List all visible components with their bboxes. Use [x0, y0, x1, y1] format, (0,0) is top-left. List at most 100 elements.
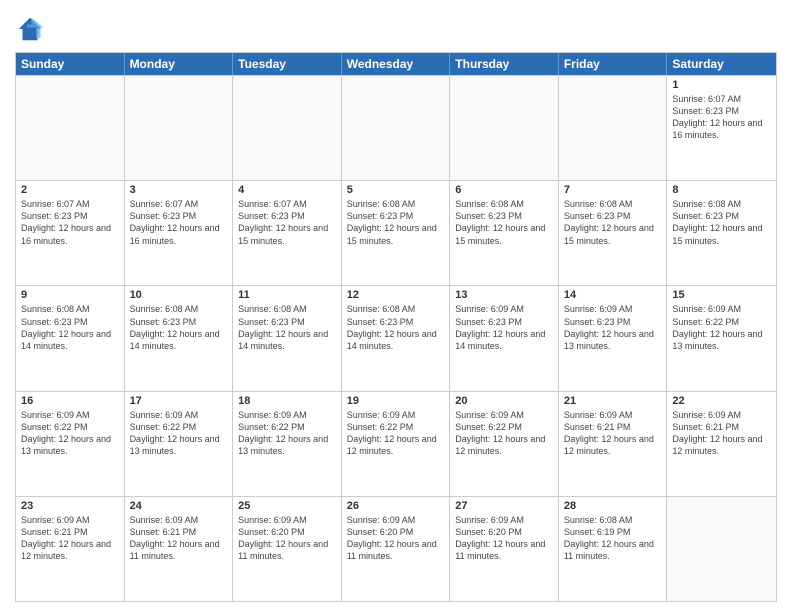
sunrise-label: Sunrise: 6:07 AM	[238, 199, 307, 209]
sunset-label: Sunset: 6:23 PM	[238, 211, 305, 221]
sunset-label: Sunset: 6:22 PM	[21, 422, 88, 432]
sunrise-label: Sunrise: 6:09 AM	[672, 410, 741, 420]
sunset-label: Sunset: 6:20 PM	[455, 527, 522, 537]
day-info: Sunrise: 6:09 AMSunset: 6:22 PMDaylight:…	[347, 409, 445, 458]
sunset-label: Sunset: 6:23 PM	[347, 317, 414, 327]
day-number: 23	[21, 500, 119, 512]
header	[15, 10, 777, 44]
day-number: 13	[455, 289, 553, 301]
sunrise-label: Sunrise: 6:08 AM	[130, 304, 199, 314]
calendar-cell: 18Sunrise: 6:09 AMSunset: 6:22 PMDayligh…	[233, 392, 342, 496]
sunrise-label: Sunrise: 6:09 AM	[564, 410, 633, 420]
calendar-cell: 15 Sunrise: 6:09 AMSunset: 6:22 PMDayligh…	[667, 286, 776, 390]
sunrise-label: Sunrise: 6:09 AM	[21, 515, 90, 525]
calendar-cell: 20 Sunrise: 6:09 AMSunset: 6:22 PMDayligh…	[450, 392, 559, 496]
day-number: 24	[130, 500, 228, 512]
sunrise-label: Sunrise: 6:09 AM	[455, 304, 524, 314]
day-info: Sunrise: 6:07 AMSunset: 6:23 PMDaylight:…	[672, 93, 771, 142]
day-number: 16	[21, 395, 119, 407]
calendar-cell: 23 Sunrise: 6:09 AM Sunset: 6:21 PM Dayligh…	[16, 497, 125, 601]
sunset-label: Sunset: 6:22 PM	[347, 422, 414, 432]
daylight-label: Daylight: 12 hours and 12 minutes.	[672, 434, 762, 456]
calendar-cell: 24 Sunrise: 6:09 AM Sunset: 6:21 PM Dayligh…	[125, 497, 234, 601]
day-number: 25	[238, 500, 336, 512]
sunrise-label: Sunrise: 6:09 AM	[130, 515, 199, 525]
day-info: Sunrise: 6:09 AMSunset: 6:22 PMDaylight:…	[455, 409, 553, 458]
day-number: 20	[455, 395, 553, 407]
day-number: 27	[455, 500, 553, 512]
day-info: Sunrise: 6:08 AMSunset: 6:23 PMDaylight:…	[347, 303, 445, 352]
week-row-4: 23 Sunrise: 6:09 AM Sunset: 6:21 PM Dayligh…	[16, 496, 776, 601]
day-header-monday: Monday	[125, 53, 234, 75]
day-info: Sunrise: 6:08 AMSunset: 6:23 PMDaylight:…	[238, 303, 336, 352]
day-number: 15	[672, 289, 771, 301]
sunrise-label: Sunrise: 6:08 AM	[347, 199, 416, 209]
daylight-label: Daylight: 12 hours and 11 minutes.	[130, 539, 220, 561]
week-row-0: 1Sunrise: 6:07 AMSunset: 6:23 PMDaylight…	[16, 75, 776, 180]
sunset-label: Sunset: 6:22 PM	[238, 422, 305, 432]
day-info: Sunrise: 6:08 AMSunset: 6:23 PMDaylight:…	[21, 303, 119, 352]
day-number: 7	[564, 184, 662, 196]
calendar-cell: 9Sunrise: 6:08 AMSunset: 6:23 PMDaylight…	[16, 286, 125, 390]
calendar: SundayMondayTuesdayWednesdayThursdayFrid…	[15, 52, 777, 602]
day-number: 14	[564, 289, 662, 301]
sunrise-label: Sunrise: 6:08 AM	[347, 304, 416, 314]
sunset-label: Sunset: 6:21 PM	[21, 527, 88, 537]
day-number: 10	[130, 289, 228, 301]
sunrise-label: Sunrise: 6:08 AM	[564, 515, 633, 525]
sunrise-label: Sunrise: 6:08 AM	[672, 199, 741, 209]
day-number: 3	[130, 184, 228, 196]
day-header-tuesday: Tuesday	[233, 53, 342, 75]
calendar-cell: 4Sunrise: 6:07 AMSunset: 6:23 PMDaylight…	[233, 181, 342, 285]
sunrise-label: Sunrise: 6:09 AM	[564, 304, 633, 314]
sunset-label: Sunset: 6:23 PM	[672, 211, 739, 221]
sunrise-label: Sunrise: 6:08 AM	[238, 304, 307, 314]
daylight-label: Daylight: 12 hours and 12 minutes.	[455, 434, 545, 456]
day-info: Sunrise: 6:08 AMSunset: 6:23 PMDaylight:…	[347, 198, 445, 247]
sunrise-label: Sunrise: 6:08 AM	[564, 199, 633, 209]
sunset-label: Sunset: 6:22 PM	[672, 317, 739, 327]
calendar-cell: 13Sunrise: 6:09 AMSunset: 6:23 PMDayligh…	[450, 286, 559, 390]
day-number: 21	[564, 395, 662, 407]
calendar-cell	[342, 76, 451, 180]
calendar-cell	[667, 497, 776, 601]
sunset-label: Sunset: 6:23 PM	[347, 211, 414, 221]
calendar-cell: 27Sunrise: 6:09 AMSunset: 6:20 PMDayligh…	[450, 497, 559, 601]
daylight-label: Daylight: 12 hours and 16 minutes.	[672, 118, 762, 140]
daylight-label: Daylight: 12 hours and 15 minutes.	[564, 223, 654, 245]
sunset-label: Sunset: 6:21 PM	[564, 422, 631, 432]
week-row-3: 16Sunrise: 6:09 AMSunset: 6:22 PMDayligh…	[16, 391, 776, 496]
day-info: Sunrise: 6:07 AMSunset: 6:23 PMDaylight:…	[238, 198, 336, 247]
day-info: Sunrise: 6:08 AMSunset: 6:23 PMDaylight:…	[455, 198, 553, 247]
calendar-cell: 1Sunrise: 6:07 AMSunset: 6:23 PMDaylight…	[667, 76, 776, 180]
logo-icon	[15, 14, 45, 44]
day-header-wednesday: Wednesday	[342, 53, 451, 75]
calendar-cell: 6 Sunrise: 6:08 AMSunset: 6:23 PMDaylight…	[450, 181, 559, 285]
sunset-label: Sunset: 6:21 PM	[130, 527, 197, 537]
sunset-label: Sunset: 6:23 PM	[130, 317, 197, 327]
calendar-cell: 21Sunrise: 6:09 AMSunset: 6:21 PMDayligh…	[559, 392, 668, 496]
day-number: 12	[347, 289, 445, 301]
day-number: 8	[672, 184, 771, 196]
calendar-cell: 12Sunrise: 6:08 AMSunset: 6:23 PMDayligh…	[342, 286, 451, 390]
day-number: 2	[21, 184, 119, 196]
day-info: Sunrise: 6:08 AMSunset: 6:23 PMDaylight:…	[672, 198, 771, 247]
day-header-sunday: Sunday	[16, 53, 125, 75]
calendar-cell: 7Sunrise: 6:08 AMSunset: 6:23 PMDaylight…	[559, 181, 668, 285]
calendar-cell	[450, 76, 559, 180]
weeks: 1Sunrise: 6:07 AMSunset: 6:23 PMDaylight…	[16, 75, 776, 601]
sunset-label: Sunset: 6:22 PM	[455, 422, 522, 432]
sunset-label: Sunset: 6:20 PM	[347, 527, 414, 537]
calendar-cell: 11Sunrise: 6:08 AMSunset: 6:23 PMDayligh…	[233, 286, 342, 390]
day-info: Sunrise: 6:09 AMSunset: 6:22 PMDaylight:…	[672, 303, 771, 352]
daylight-label: Daylight: 12 hours and 13 minutes.	[564, 329, 654, 351]
day-number: 6	[455, 184, 553, 196]
calendar-cell: 25Sunrise: 6:09 AMSunset: 6:20 PMDayligh…	[233, 497, 342, 601]
sunset-label: Sunset: 6:23 PM	[21, 317, 88, 327]
daylight-label: Daylight: 12 hours and 12 minutes.	[21, 539, 111, 561]
calendar-cell: 17Sunrise: 6:09 AMSunset: 6:22 PMDayligh…	[125, 392, 234, 496]
daylight-label: Daylight: 12 hours and 12 minutes.	[347, 434, 437, 456]
day-info: Sunrise: 6:07 AMSunset: 6:23 PMDaylight:…	[130, 198, 228, 247]
sunrise-label: Sunrise: 6:09 AM	[238, 515, 307, 525]
daylight-label: Daylight: 12 hours and 14 minutes.	[21, 329, 111, 351]
